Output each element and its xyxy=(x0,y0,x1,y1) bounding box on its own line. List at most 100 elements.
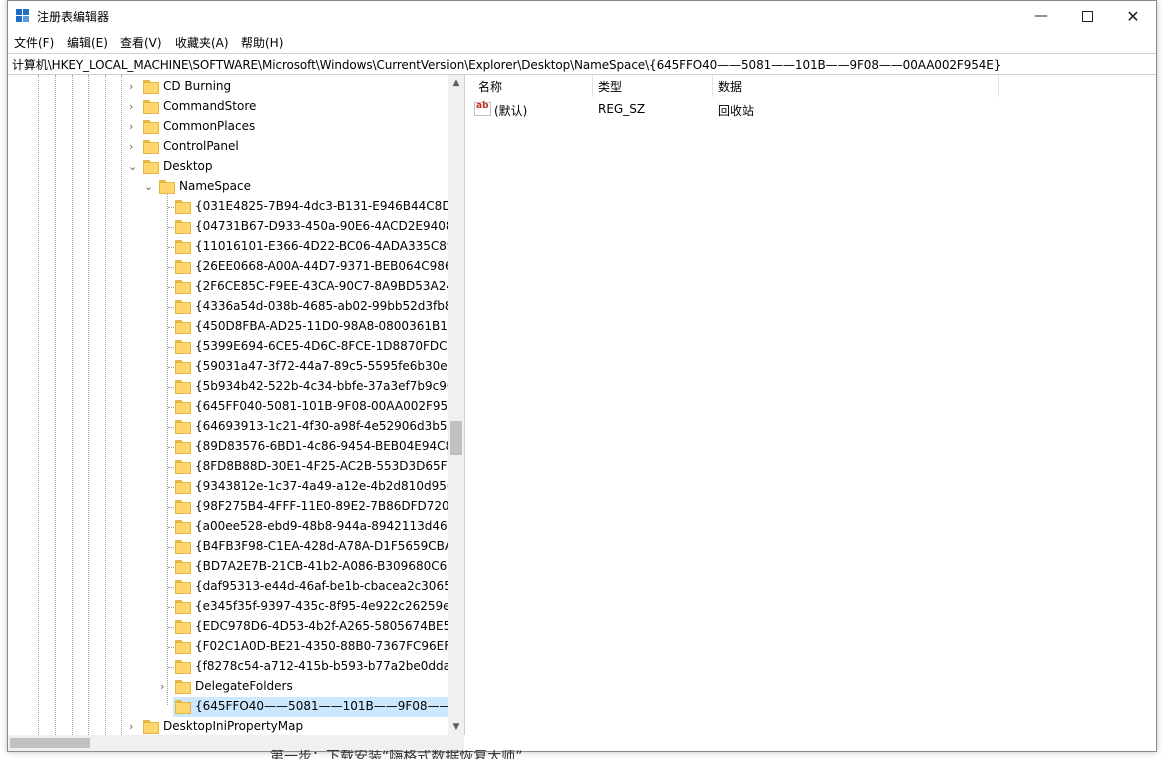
tree-node-desktop[interactable]: ⌄ Desktop xyxy=(8,157,448,177)
folder-icon xyxy=(175,660,191,674)
scrollbar-thumb[interactable] xyxy=(450,421,462,455)
chevron-right-icon[interactable]: › xyxy=(129,140,141,154)
tree-node-namespace-key[interactable]: {26EE0668-A00A-44D7-9371-BEB064C98683 xyxy=(8,257,448,277)
column-divider[interactable] xyxy=(998,75,999,97)
tree-node-namespace-key[interactable]: {9343812e-1c37-4a49-a12e-4b2d810d956b xyxy=(8,477,448,497)
tree-node-namespace-key[interactable]: {04731B67-D933-450a-90E6-4ACD2E9408FE xyxy=(8,217,448,237)
folder-icon xyxy=(143,720,159,734)
tree-node-label: CommonPlaces xyxy=(163,119,256,133)
chevron-right-icon[interactable]: › xyxy=(129,100,141,114)
folder-icon xyxy=(175,580,191,594)
background-article-snippet: 第一步：下载安装“嗨格式数据恢复大师” xyxy=(270,750,523,759)
chevron-right-icon[interactable]: › xyxy=(160,680,172,694)
minimize-icon: — xyxy=(1034,8,1048,24)
tree-node-namespace-key[interactable]: {64693913-1c21-4f30-a98f-4e52906d3b56} xyxy=(8,417,448,437)
column-header-name[interactable]: 名称 xyxy=(478,78,502,95)
tree-node-namespace-key[interactable]: {5b934b42-522b-4c34-bbfe-37a3ef7b9c90} xyxy=(8,377,448,397)
tree-node-controlpanel[interactable]: › ControlPanel xyxy=(8,137,448,157)
tree-node-label: DelegateFolders xyxy=(195,679,293,693)
menu-help[interactable]: 帮助(H) xyxy=(241,34,283,51)
scroll-up-icon[interactable]: ▲ xyxy=(448,75,464,91)
close-button[interactable]: ✕ xyxy=(1110,1,1156,31)
menu-file[interactable]: 文件(F) xyxy=(14,34,54,51)
tree-node-namespace-key[interactable]: {f8278c54-a712-415b-b593-b77a2be0dda9} xyxy=(8,657,448,677)
tree-node-namespace-key[interactable]: {2F6CE85C-F9EE-43CA-90C7-8A9BD53A2467 xyxy=(8,277,448,297)
tree-node-namespace-key[interactable]: {BD7A2E7B-21CB-41b2-A086-B309680C6B7 xyxy=(8,557,448,577)
folder-icon xyxy=(175,600,191,614)
tree-node-label: {5b934b42-522b-4c34-bbfe-37a3ef7b9c90} xyxy=(195,379,448,393)
tree-node-namespace-key[interactable]: {645FF040-5081-101B-9F08-00AA002F954E} xyxy=(8,397,448,417)
folder-icon xyxy=(175,380,191,394)
tree-node-namespace-key[interactable]: {F02C1A0D-BE21-4350-88B0-7367FC96EF3C xyxy=(8,637,448,657)
menu-bar: 文件(F) 编辑(E) 查看(V) 收藏夹(A) 帮助(H) xyxy=(8,31,1156,51)
folder-icon xyxy=(175,700,191,714)
folder-icon xyxy=(175,480,191,494)
column-divider[interactable] xyxy=(712,75,713,97)
tree-node-namespace-key[interactable]: {EDC978D6-4D53-4b2f-A265-5805674BE568 xyxy=(8,617,448,637)
tree-node-namespace-key[interactable]: {89D83576-6BD1-4c86-9454-BEB04E94C819 xyxy=(8,437,448,457)
menu-view[interactable]: 查看(V) xyxy=(120,34,162,51)
tree-node-namespace-key[interactable]: {450D8FBA-AD25-11D0-98A8-0800361B1103 xyxy=(8,317,448,337)
tree-node-cd-burning[interactable]: › CD Burning xyxy=(8,77,448,97)
tree-node-namespace-key[interactable]: {e345f35f-9397-435c-8f95-4e922c26259e} xyxy=(8,597,448,617)
tree-node-namespace-key[interactable]: {031E4825-7B94-4dc3-B131-E946B44C8DD5 xyxy=(8,197,448,217)
scrollbar-thumb[interactable] xyxy=(10,738,90,748)
tree-node-label: {450D8FBA-AD25-11D0-98A8-0800361B1103 xyxy=(195,319,448,333)
values-list-pane[interactable]: 名称 类型 数据 ab (默认) REG_SZ 回收站 xyxy=(466,75,1156,751)
value-row[interactable]: ab (默认) REG_SZ 回收站 xyxy=(466,99,1006,119)
tree-node-namespace-key[interactable]: {a00ee528-ebd9-48b8-944a-8942113d46ac xyxy=(8,517,448,537)
tree-node-label: Desktop xyxy=(163,159,213,173)
tree-horizontal-scrollbar[interactable] xyxy=(8,735,464,751)
tree-node-commonplaces[interactable]: › CommonPlaces xyxy=(8,117,448,137)
tree-branch-line xyxy=(168,447,174,448)
tree-node-label: CommandStore xyxy=(163,99,257,113)
column-header-type[interactable]: 类型 xyxy=(598,78,622,95)
folder-icon xyxy=(175,260,191,274)
column-divider[interactable] xyxy=(592,75,593,97)
tree-branch-line xyxy=(168,207,174,208)
tree-branch-line xyxy=(168,647,174,648)
tree-node-namespace-key[interactable]: {5399E694-6CE5-4D6C-8FCE-1D8870FDCBA xyxy=(8,337,448,357)
tree-node-namespace-key[interactable]: {98F275B4-4FFF-11E0-89E2-7B86DFD72085} xyxy=(8,497,448,517)
folder-icon xyxy=(175,460,191,474)
tree-node-new-key-selected[interactable]: {645FFO40——5081——101B——9F08——( xyxy=(173,697,448,717)
chevron-right-icon[interactable]: › xyxy=(129,720,141,734)
address-bar[interactable]: 计算机\HKEY_LOCAL_MACHINE\SOFTWARE\Microsof… xyxy=(8,53,1156,75)
menu-edit[interactable]: 编辑(E) xyxy=(67,34,108,51)
tree-node-label: {98F275B4-4FFF-11E0-89E2-7B86DFD72085} xyxy=(195,499,448,513)
chevron-down-icon[interactable]: ⌄ xyxy=(144,180,156,194)
tree-node-label: {a00ee528-ebd9-48b8-944a-8942113d46ac xyxy=(195,519,448,533)
minimize-button[interactable]: — xyxy=(1018,1,1064,31)
tree-branch-line xyxy=(168,247,174,248)
tree-node-namespace-key[interactable]: {59031a47-3f72-44a7-89c5-5595fe6b30ee} xyxy=(8,357,448,377)
address-path[interactable]: 计算机\HKEY_LOCAL_MACHINE\SOFTWARE\Microsof… xyxy=(12,56,1001,73)
folder-icon xyxy=(175,320,191,334)
maximize-button[interactable] xyxy=(1064,1,1110,31)
chevron-down-icon[interactable]: ⌄ xyxy=(128,160,140,174)
regedit-window: 注册表编辑器 — ✕ 文件(F) 编辑(E) 查看(V) 收藏夹(A) 帮助(H… xyxy=(7,0,1157,752)
tree-node-namespace-key[interactable]: {4336a54d-038b-4685-ab02-99bb52d3fb8b xyxy=(8,297,448,317)
tree-branch-line xyxy=(168,527,174,528)
scroll-down-icon[interactable]: ▼ xyxy=(448,719,464,735)
folder-icon xyxy=(143,160,159,174)
folder-icon xyxy=(175,640,191,654)
key-tree-pane[interactable]: › CD Burning › CommandStore › CommonPlac… xyxy=(8,75,465,735)
tree-node-namespace-key[interactable]: {11016101-E366-4D22-BC06-4ADA335C892I xyxy=(8,237,448,257)
tree-node-namespace-key[interactable]: {B4FB3F98-C1EA-428d-A78A-D1F5659CBA93 xyxy=(8,537,448,557)
folder-icon xyxy=(175,300,191,314)
folder-icon xyxy=(175,360,191,374)
tree-node-commandstore[interactable]: › CommandStore xyxy=(8,97,448,117)
tree-branch-line xyxy=(168,307,174,308)
tree-node-label: {2F6CE85C-F9EE-43CA-90C7-8A9BD53A2467 xyxy=(195,279,448,293)
tree-node-namespace-key[interactable]: {8FD8B88D-30E1-4F25-AC2B-553D3D65F0EA xyxy=(8,457,448,477)
tree-node-namespace-key[interactable]: {daf95313-e44d-46af-be1b-cbacea2c3065} xyxy=(8,577,448,597)
column-header-data[interactable]: 数据 xyxy=(718,78,742,95)
tree-node-desktopinipropertymap[interactable]: › DesktopIniPropertyMap xyxy=(8,717,448,735)
tree-node-namespace[interactable]: ⌄ NameSpace xyxy=(8,177,448,197)
chevron-right-icon[interactable]: › xyxy=(129,80,141,94)
tree-node-delegatefolders[interactable]: › DelegateFolders xyxy=(8,677,448,697)
tree-vertical-scrollbar[interactable]: ▲ ▼ xyxy=(448,75,464,735)
folder-icon xyxy=(175,280,191,294)
chevron-right-icon[interactable]: › xyxy=(129,120,141,134)
menu-favorites[interactable]: 收藏夹(A) xyxy=(175,34,229,51)
